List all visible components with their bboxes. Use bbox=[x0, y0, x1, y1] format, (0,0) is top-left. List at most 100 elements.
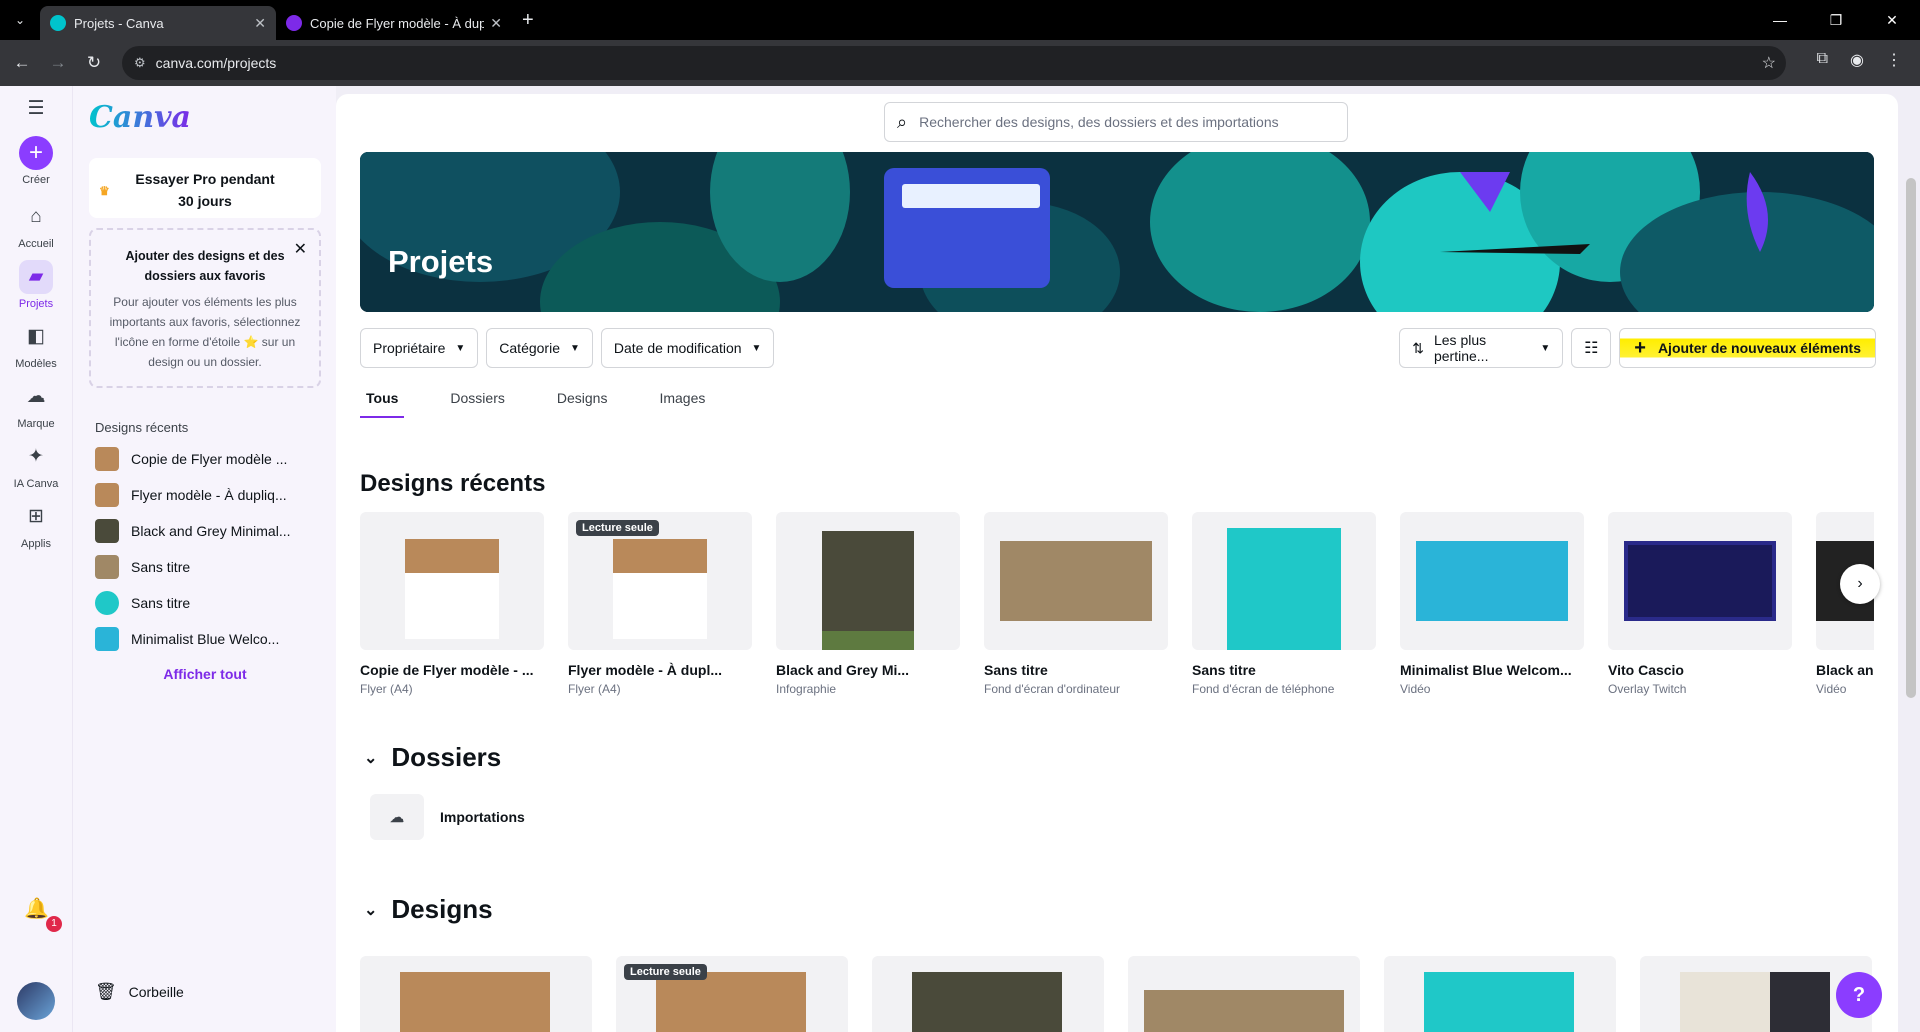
design-thumbnail bbox=[776, 512, 960, 650]
tab-images[interactable]: Images bbox=[653, 390, 711, 418]
collapse-sidebar[interactable]: ☰ bbox=[0, 92, 72, 130]
chevron-down-icon: ⌄ bbox=[364, 749, 378, 767]
recent-design-item[interactable]: Copie de Flyer modèle ... bbox=[95, 444, 325, 474]
design-thumbnail bbox=[360, 512, 544, 650]
tab-all[interactable]: Tous bbox=[360, 390, 405, 418]
sort-controls: ⇅ Les plus pertine... ▼ ☷ + Ajouter de n… bbox=[1399, 328, 1876, 368]
tab-folders[interactable]: Dossiers bbox=[444, 390, 510, 418]
canva-logo[interactable]: Canva bbox=[89, 100, 191, 135]
carousel-next-button[interactable]: › bbox=[1840, 564, 1880, 604]
cloud-upload-icon: ☁ bbox=[370, 794, 424, 840]
apps-icon: ⊞ bbox=[28, 506, 44, 527]
close-window-icon[interactable]: ✕ bbox=[1864, 0, 1920, 40]
designs-grid: Lecture seule bbox=[360, 956, 1874, 1032]
address-bar[interactable]: ⚙ canva.com/projects ☆ bbox=[122, 46, 1786, 80]
design-card[interactable]: Black and Grey Mi... Infographie bbox=[776, 512, 960, 696]
rail-home[interactable]: ⌂ Accueil bbox=[0, 200, 72, 250]
rail-create[interactable]: + Créer bbox=[0, 136, 72, 186]
designs-section-title[interactable]: ⌄ Designs bbox=[364, 894, 493, 925]
extensions-icon[interactable]: ⧉ bbox=[1817, 50, 1828, 70]
category-filter[interactable]: Catégorie ▼ bbox=[486, 328, 593, 368]
browser-tab-copie-flyer[interactable]: Copie de Flyer modèle - À dupl ✕ bbox=[276, 6, 512, 40]
design-grid-card[interactable]: Lecture seule bbox=[616, 956, 848, 1032]
chevron-down-icon: ▼ bbox=[455, 342, 466, 354]
recent-design-item[interactable]: Minimalist Blue Welco... bbox=[95, 624, 325, 654]
notifications-bell-icon[interactable]: 🔔 bbox=[24, 896, 49, 921]
design-thumbnail bbox=[95, 519, 119, 543]
bookmark-star-icon[interactable]: ☆ bbox=[1762, 53, 1776, 73]
design-thumbnail bbox=[95, 483, 119, 507]
profile-icon[interactable]: ◉ bbox=[1850, 50, 1864, 70]
projects-main: ⌕ Rechercher des designs, des dossiers e… bbox=[336, 94, 1898, 1032]
rail-projects[interactable]: ▰ Projets bbox=[0, 260, 72, 310]
back-icon[interactable]: ← bbox=[4, 53, 40, 73]
reload-icon[interactable]: ↻ bbox=[76, 53, 112, 73]
design-card[interactable]: Sans titre Fond d'écran d'ordinateur bbox=[984, 512, 1168, 696]
recent-design-item[interactable]: Sans titre bbox=[95, 588, 325, 618]
try-pro-button[interactable]: ♛ Essayer Pro pendant 30 jours bbox=[89, 158, 321, 218]
tab-designs[interactable]: Designs bbox=[551, 390, 614, 418]
page-title: Projets bbox=[388, 244, 494, 279]
projects-sidebar: Canva ♛ Essayer Pro pendant 30 jours ✕ A… bbox=[72, 86, 336, 1032]
site-info-icon[interactable]: ⚙ bbox=[134, 55, 146, 71]
close-tab-icon[interactable]: ✕ bbox=[490, 15, 502, 32]
design-thumbnail: Lecture seule bbox=[568, 512, 752, 650]
design-grid-card[interactable] bbox=[872, 956, 1104, 1032]
tab-search-icon[interactable]: ⌄ bbox=[0, 13, 40, 27]
folder-item-importations[interactable]: ☁ Importations bbox=[370, 794, 525, 840]
design-card[interactable]: Sans titre Fond d'écran de téléphone bbox=[1192, 512, 1376, 696]
sort-dropdown[interactable]: ⇅ Les plus pertine... ▼ bbox=[1399, 328, 1564, 368]
menu-icon[interactable]: ⋮ bbox=[1886, 50, 1902, 70]
recent-designs-heading: Designs récents bbox=[95, 420, 189, 435]
rail-templates[interactable]: ◧ Modèles bbox=[0, 320, 72, 370]
design-card[interactable]: Black an Vidéo bbox=[1816, 512, 1874, 696]
design-thumbnail bbox=[95, 447, 119, 471]
read-only-badge: Lecture seule bbox=[624, 964, 707, 980]
restore-icon[interactable]: ❐ bbox=[1808, 0, 1864, 40]
rail-apps[interactable]: ⊞ Applis bbox=[0, 500, 72, 550]
filter-bar: Propriétaire ▼ Catégorie ▼ Date de modific… bbox=[360, 328, 775, 368]
folders-section-title[interactable]: ⌄ Dossiers bbox=[364, 742, 501, 773]
browser-tab-projets[interactable]: Projets - Canva ✕ bbox=[40, 6, 276, 40]
close-icon[interactable]: ✕ bbox=[294, 240, 307, 260]
search-input[interactable]: ⌕ Rechercher des designs, des dossiers e… bbox=[884, 102, 1348, 142]
question-icon: ? bbox=[1852, 984, 1866, 1006]
list-icon: ☷ bbox=[1584, 340, 1599, 357]
recent-design-item[interactable]: Sans titre bbox=[95, 552, 325, 582]
design-card[interactable]: Copie de Flyer modèle - ... Flyer (A4) bbox=[360, 512, 544, 696]
list-view-toggle[interactable]: ☷ bbox=[1571, 328, 1612, 368]
search-icon: ⌕ bbox=[897, 111, 908, 132]
page-scrollbar[interactable] bbox=[1906, 178, 1916, 698]
design-grid-card[interactable] bbox=[1384, 956, 1616, 1032]
projects-hero-banner: Projets bbox=[360, 152, 1874, 312]
owner-filter[interactable]: Propriétaire ▼ bbox=[360, 328, 479, 368]
plus-icon: + bbox=[19, 136, 53, 170]
window-controls: — ❐ ✕ bbox=[1752, 0, 1920, 40]
canva-page: ☰ + Créer ⌂ Accueil ▰ Projets ◧ Modèles … bbox=[0, 86, 1920, 1032]
left-rail: ☰ + Créer ⌂ Accueil ▰ Projets ◧ Modèles … bbox=[0, 86, 72, 1032]
design-thumbnail bbox=[1608, 512, 1792, 650]
minimize-icon[interactable]: — bbox=[1752, 0, 1808, 40]
recent-design-item[interactable]: Flyer modèle - À dupliq... bbox=[95, 480, 325, 510]
close-tab-icon[interactable]: ✕ bbox=[254, 15, 266, 32]
design-grid-card[interactable] bbox=[360, 956, 592, 1032]
design-grid-card[interactable] bbox=[1128, 956, 1360, 1032]
chevron-down-icon: ⌄ bbox=[364, 901, 378, 919]
rail-ai[interactable]: ✦ IA Canva bbox=[0, 440, 72, 490]
user-avatar[interactable] bbox=[17, 982, 55, 1020]
show-all-link[interactable]: Afficher tout bbox=[73, 666, 337, 682]
design-card[interactable]: Lecture seule Flyer modèle - À dupl... F… bbox=[568, 512, 752, 696]
date-filter[interactable]: Date de modification ▼ bbox=[600, 328, 775, 368]
design-card[interactable]: Vito Cascio Overlay Twitch bbox=[1608, 512, 1792, 696]
rail-brand[interactable]: ☁ Marque bbox=[0, 380, 72, 430]
new-tab-icon[interactable]: + bbox=[522, 9, 534, 32]
add-new-items-button[interactable]: + Ajouter de nouveaux éléments bbox=[1619, 328, 1876, 368]
browser-toolbar: ← → ↻ ⚙ canva.com/projects ☆ ⧉ ◉ ⋮ bbox=[0, 40, 1920, 86]
chevron-right-icon: › bbox=[1857, 575, 1863, 592]
trash-link[interactable]: 🗑 Corbeille bbox=[95, 982, 184, 1002]
design-card[interactable]: Minimalist Blue Welcom... Vidéo bbox=[1400, 512, 1584, 696]
help-button[interactable]: ? bbox=[1836, 972, 1882, 1018]
forward-icon[interactable]: → bbox=[40, 53, 76, 73]
recent-design-item[interactable]: Black and Grey Minimal... bbox=[95, 516, 325, 546]
trash-icon: 🗑 bbox=[95, 982, 117, 1001]
